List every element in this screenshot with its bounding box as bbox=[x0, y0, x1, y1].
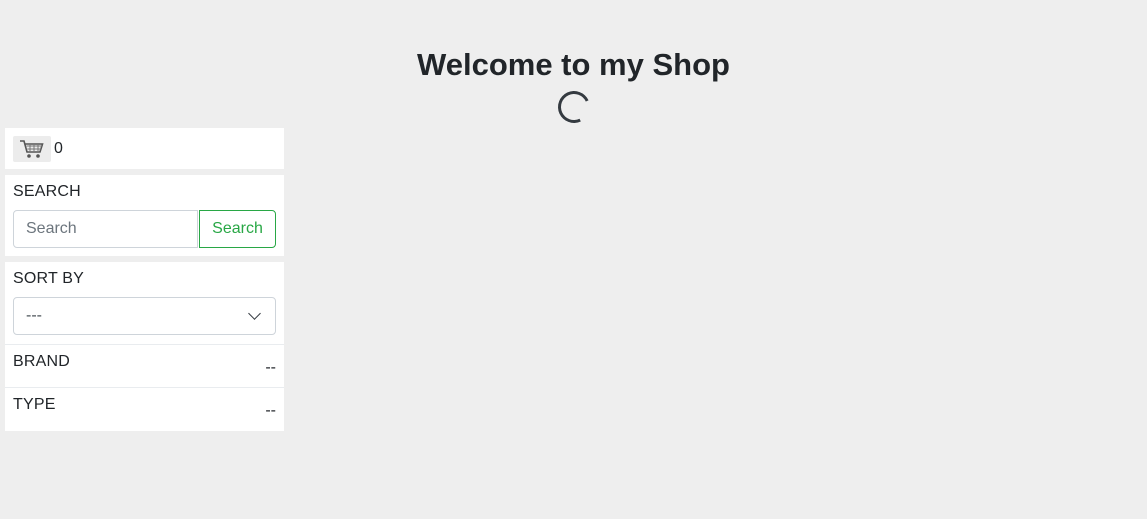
search-panel: SEARCH Search bbox=[5, 175, 284, 256]
chevron-down-icon bbox=[248, 307, 261, 320]
brand-label: BRAND bbox=[13, 353, 71, 370]
sort-by-selected-value: --- bbox=[26, 307, 42, 324]
shopping-cart-icon[interactable] bbox=[13, 135, 51, 162]
type-label: TYPE bbox=[13, 396, 56, 413]
cart-count: 0 bbox=[54, 139, 63, 157]
search-button[interactable]: Search bbox=[199, 210, 276, 248]
type-value: -- bbox=[265, 402, 276, 419]
sidebar: 0 SEARCH Search SORT BY --- BRAND -- TYP… bbox=[5, 128, 284, 431]
sort-by-select[interactable]: --- bbox=[13, 297, 276, 335]
loading-spinner-icon bbox=[553, 86, 595, 128]
sort-panel: SORT BY --- BRAND -- TYPE -- bbox=[5, 262, 284, 431]
filter-type[interactable]: TYPE -- bbox=[5, 387, 284, 430]
brand-value: -- bbox=[265, 359, 276, 376]
search-label: SEARCH bbox=[13, 183, 81, 200]
search-row: Search bbox=[13, 210, 276, 248]
search-input[interactable] bbox=[13, 210, 198, 248]
filter-brand[interactable]: BRAND -- bbox=[5, 344, 284, 387]
sort-by-label: SORT BY bbox=[13, 270, 85, 287]
cart-panel[interactable]: 0 bbox=[5, 128, 284, 169]
page-title: Welcome to my Shop bbox=[417, 47, 730, 82]
page: Welcome to my Shop 0 SEARCH Search Searc… bbox=[0, 0, 1147, 519]
